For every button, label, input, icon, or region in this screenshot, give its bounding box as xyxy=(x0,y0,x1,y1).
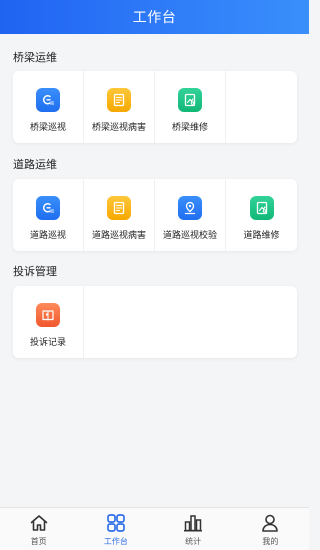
complaint-mgmt-card: 投诉记录 xyxy=(13,286,297,358)
grid-icon xyxy=(107,514,125,532)
document-icon xyxy=(107,196,131,220)
book-icon xyxy=(36,303,60,327)
tab-home[interactable]: 首页 xyxy=(0,508,77,550)
svg-text:巡: 巡 xyxy=(50,208,54,214)
repair-icon xyxy=(249,196,274,220)
empty-tile xyxy=(226,71,297,143)
road-ops-card: 巡 道路巡视 道路巡视病害 道路巡视校验 道路维修 xyxy=(13,179,297,251)
tab-label: 工作台 xyxy=(103,537,128,546)
section-title: 投诉管理 xyxy=(13,265,57,278)
tile-label: 桥梁维修 xyxy=(171,123,208,133)
app-header: 工作台 xyxy=(0,0,309,34)
empty-tile xyxy=(84,286,297,358)
page-title: 工作台 xyxy=(132,10,177,26)
section-title: 桥梁运维 xyxy=(13,51,57,64)
document-icon xyxy=(107,88,131,112)
tile-road-inspection[interactable]: 巡 道路巡视 xyxy=(13,179,84,251)
tile-road-inspection-defects[interactable]: 道路巡视病害 xyxy=(84,179,155,251)
tile-road-repair[interactable]: 道路维修 xyxy=(226,179,297,251)
tile-label: 投诉记录 xyxy=(29,338,66,348)
bottom-tab-bar: 首页 工作台 统计 我的 xyxy=(0,507,309,550)
home-icon xyxy=(30,515,47,531)
tab-label: 首页 xyxy=(30,537,47,546)
tile-bridge-repair[interactable]: 桥梁维修 xyxy=(155,71,226,143)
tab-profile[interactable]: 我的 xyxy=(232,508,309,550)
tile-road-inspection-verify[interactable]: 道路巡视校验 xyxy=(155,179,226,251)
tab-workbench[interactable]: 工作台 xyxy=(77,508,154,550)
location-icon xyxy=(178,196,202,220)
inspect-icon: 巡 xyxy=(36,88,60,112)
tile-label: 桥梁巡视病害 xyxy=(91,123,146,133)
repair-icon xyxy=(178,88,202,112)
bar-chart-icon xyxy=(184,515,203,532)
bridge-ops-card: 巡 桥梁巡视 桥梁巡视病害 桥梁维修 xyxy=(13,71,297,143)
section-title: 道路运维 xyxy=(13,158,57,171)
tile-label: 道路维修 xyxy=(243,231,280,241)
tile-label: 道路巡视 xyxy=(29,231,66,241)
tab-label: 统计 xyxy=(185,537,202,546)
tab-statistics[interactable]: 统计 xyxy=(155,508,232,550)
tile-label: 桥梁巡视 xyxy=(29,123,66,133)
tile-label: 道路巡视校验 xyxy=(162,231,217,241)
tab-label: 我的 xyxy=(262,537,279,546)
svg-text:巡: 巡 xyxy=(50,100,54,106)
inspect-icon: 巡 xyxy=(36,196,60,220)
tile-bridge-inspection-defects[interactable]: 桥梁巡视病害 xyxy=(84,71,155,143)
user-icon xyxy=(262,514,279,532)
tile-label: 道路巡视病害 xyxy=(91,231,146,241)
tile-complaint-records[interactable]: 投诉记录 xyxy=(13,286,84,358)
tile-bridge-inspection[interactable]: 巡 桥梁巡视 xyxy=(13,71,84,143)
